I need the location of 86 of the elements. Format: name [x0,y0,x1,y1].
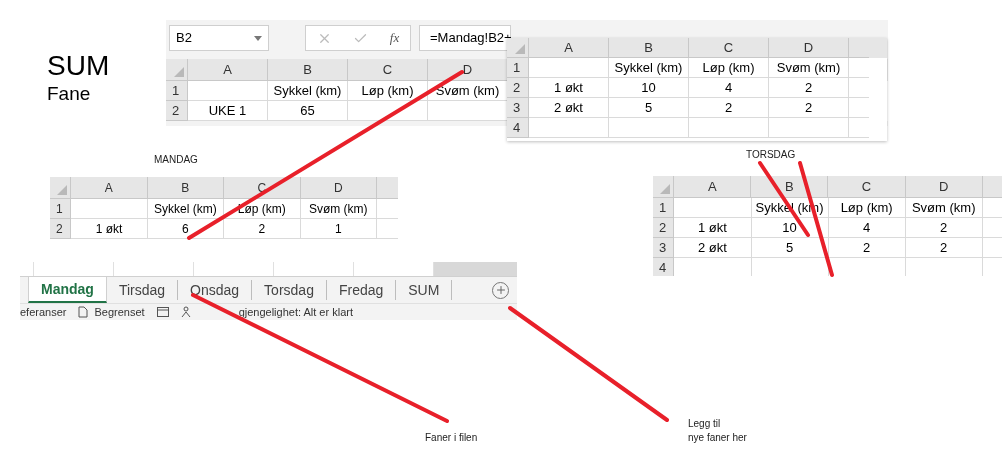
column-header[interactable]: B [268,59,348,81]
row-header[interactable]: 4 [507,118,529,138]
table-cell: 2 økt [674,238,752,258]
column-header[interactable]: C [348,59,428,81]
person-icon [180,306,191,318]
view-icon [156,307,169,317]
column-header[interactable]: A [188,59,268,81]
column-header[interactable]: B [147,177,225,199]
table-cell: 2 [689,98,769,118]
table-cell: 1 [300,219,377,239]
document-icon [78,306,89,318]
table-cell: 2 [769,98,849,118]
sheet-caption: MANDAG [154,153,198,167]
sheet-tab[interactable]: Tirsdag [106,280,179,300]
column-header[interactable]: B [609,38,689,58]
annotation-text: Legg til [688,417,722,431]
row-header[interactable]: 2 [507,78,529,98]
table-cell: Sykkel (km) [268,81,348,101]
table-cell: 4 [689,78,769,98]
table-cell: 2 økt [529,98,609,118]
status-item[interactable]: gjengelighet: Alt er klart [238,303,353,320]
row-header[interactable]: 3 [653,238,675,258]
function-icon[interactable]: fx [389,28,400,48]
status-item[interactable]: eferanser [20,303,67,320]
heading-title: SUM [47,52,110,80]
row-header[interactable]: 1 [166,81,188,101]
row-header[interactable]: 2 [653,218,675,238]
select-all-icon[interactable] [515,44,525,54]
table-cell: Løp (km) [689,58,769,78]
plus-icon [494,284,507,296]
column-header[interactable]: B [751,176,829,198]
annotation-text: nye faner her [688,431,747,445]
sheet-tab[interactable]: SUM [396,280,453,300]
status-item[interactable]: Begrenset [94,303,145,320]
row-header[interactable]: 1 [653,198,675,218]
table-cell: 1 økt [529,78,609,98]
column-header[interactable]: D [300,177,377,199]
row-header[interactable]: 1 [507,58,529,78]
table-cell: 5 [609,98,689,118]
table-cell: 5 [751,238,829,258]
table-cell: 2 [224,219,301,239]
table-cell: 2 [905,218,983,238]
select-all-icon[interactable] [174,67,184,77]
dropdown-icon [254,35,262,41]
sheet-caption: TORSDAG [746,148,796,162]
table-cell: 1 økt [71,219,148,239]
table-cell: Løp (km) [828,198,906,218]
table-cell: 4 [828,218,906,238]
table-cell: 2 [905,238,983,258]
table-cell: 1 økt [674,218,752,238]
table-cell: Svøm (km) [769,58,849,78]
name-box[interactable]: B2 [169,25,269,51]
annotation-text: Faner i filen [425,431,478,445]
table-cell: Sykkel (km) [609,58,689,78]
column-header[interactable]: D [905,176,983,198]
row-header[interactable]: 1 [50,199,72,219]
row-header[interactable]: 4 [653,258,675,276]
sheet-tab[interactable]: Torsdag [252,280,327,300]
sheet-tab[interactable]: Onsdag [178,280,253,300]
table-cell: Sykkel (km) [147,199,225,219]
table-cell: 10 [751,218,829,238]
row-header[interactable]: 2 [50,219,72,239]
column-header[interactable]: A [529,38,609,58]
table-cell: Løp (km) [348,81,428,101]
column-header[interactable]: D [769,38,849,58]
table-cell: Svøm (km) [300,199,377,219]
sheet-tab[interactable]: Mandag [28,277,107,303]
column-header[interactable]: A [674,176,752,198]
select-all-icon[interactable] [57,185,68,195]
table-cell: 10 [609,78,689,98]
column-header[interactable]: C [689,38,769,58]
column-header[interactable]: C [828,176,906,198]
table-cell: Svøm (km) [905,198,983,218]
sheet-tab[interactable]: Fredag [326,280,397,300]
formula-field[interactable]: =Mandag!B2+ [419,25,511,51]
column-header[interactable]: A [71,177,148,199]
table-cell: 2 [828,238,906,258]
table-cell: Løp (km) [224,199,301,219]
table-cell: 6 [147,219,225,239]
row-header[interactable]: 2 [166,101,188,121]
table-cell: 65 [268,101,348,121]
row-header[interactable]: 3 [507,98,529,118]
heading-subtitle: Fane [47,84,92,103]
select-all-icon[interactable] [660,184,671,194]
table-cell: UKE 1 [188,101,268,121]
table-cell: 2 [769,78,849,98]
